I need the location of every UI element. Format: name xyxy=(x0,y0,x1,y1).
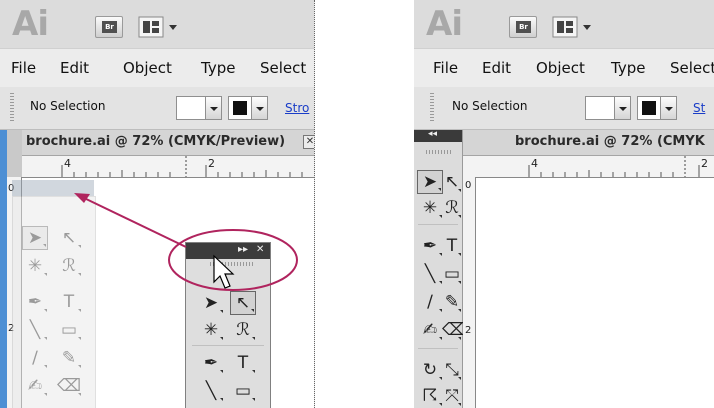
docked-panel-grip[interactable] xyxy=(426,150,452,154)
document-tab-after[interactable]: brochure.ai @ 72% (CMYK xyxy=(463,130,714,156)
vruler-label-0-after: 0 xyxy=(465,180,472,191)
lasso-icon: ℛ xyxy=(445,198,459,218)
docked-rotate-tool[interactable]: ↻ xyxy=(417,358,443,382)
application-bar-after: Ai Br xyxy=(414,0,714,48)
docked-type-tool[interactable]: T xyxy=(442,234,462,258)
rectangle-icon: ▭ xyxy=(443,264,461,284)
illustrator-window-before: Ai Br File Edit Object Type Select No Se… xyxy=(0,0,315,408)
scale-icon: ⤡ xyxy=(445,360,459,380)
magic-wand-icon: ✳ xyxy=(422,198,438,218)
stroke-swatch-after[interactable] xyxy=(637,96,661,120)
annotation-overlay xyxy=(74,193,298,291)
select-arrow-icon: ➤ xyxy=(422,172,438,192)
rotate-icon: ↻ xyxy=(422,360,438,380)
docked-tool-separator xyxy=(418,224,458,225)
vertical-ruler-after: 0 2 xyxy=(463,177,476,408)
menu-object-after[interactable]: Object xyxy=(536,59,585,77)
mouse-cursor-icon xyxy=(213,254,235,289)
docked-magic-wand-tool[interactable]: ✳ xyxy=(417,196,443,220)
fill-swatch-after[interactable] xyxy=(585,96,615,120)
menu-bar-after: File Edit Object Type Select xyxy=(414,48,714,88)
stroke-dropdown-after[interactable] xyxy=(661,96,677,120)
docked-tools-panel[interactable]: ◂◂ ➤ ↖ ✳ ℛ ✒ T ╲ ▭ ∕ ✎ ✍ ⌫ ↻ ⤡ ☈ ⤧ xyxy=(414,129,466,408)
control-panel-after: No Selection St xyxy=(414,87,714,130)
ruler-label-4-after: 4 xyxy=(531,157,538,170)
line-icon: ╲ xyxy=(424,264,436,284)
illustrator-window-after: Ai Br File Edit Object Type Select No Se… xyxy=(414,0,714,408)
stroke-link-after[interactable]: St xyxy=(693,101,705,115)
drag-arrow-head xyxy=(74,193,90,203)
docked-tool-separator-2 xyxy=(418,348,458,349)
vruler-label-2-after: 2 xyxy=(465,325,472,336)
menu-edit-after[interactable]: Edit xyxy=(482,59,511,77)
pencil-icon: ✎ xyxy=(444,292,460,312)
docked-panel-header[interactable]: ◂◂ xyxy=(414,129,462,142)
docked-lasso-tool[interactable]: ℛ xyxy=(442,196,462,220)
docked-free-transform-tool[interactable]: ⤧ xyxy=(442,384,462,408)
docked-eraser-tool[interactable]: ⌫ xyxy=(442,318,466,342)
docked-blob-brush-tool[interactable]: ✍ xyxy=(417,318,443,342)
horizontal-ruler-after: 4 2 xyxy=(463,156,714,178)
fill-dropdown-after[interactable] xyxy=(615,96,631,120)
warp-icon: ☈ xyxy=(422,386,438,406)
blob-brush-icon: ✍ xyxy=(422,320,438,340)
brush-icon: ∕ xyxy=(427,292,433,312)
docked-line-tool[interactable]: ╲ xyxy=(417,262,443,286)
bridge-button-after[interactable]: Br xyxy=(509,16,537,38)
docked-scale-tool[interactable]: ⤡ xyxy=(442,358,462,382)
selection-status-after: No Selection xyxy=(452,99,528,113)
dock-collapse-icon[interactable]: ◂◂ xyxy=(428,129,437,139)
docked-warp-tool[interactable]: ☈ xyxy=(417,384,443,408)
arrange-documents-button-after[interactable] xyxy=(552,16,596,38)
menu-file-after[interactable]: File xyxy=(433,59,458,77)
ruler-ticks-after xyxy=(528,156,700,177)
ruler-label-2-after: 2 xyxy=(701,157,708,170)
docked-pencil-tool[interactable]: ✎ xyxy=(442,290,462,314)
docked-brush-tool[interactable]: ∕ xyxy=(417,290,443,314)
ai-logo-after: Ai xyxy=(426,4,463,44)
menu-select-after[interactable]: Select xyxy=(670,59,714,77)
drag-arrow-line xyxy=(81,196,187,248)
free-transform-icon: ⤧ xyxy=(445,386,459,406)
bridge-icon: Br xyxy=(516,21,531,33)
artboard-canvas-after[interactable] xyxy=(476,178,714,408)
document-tab-title-after: brochure.ai @ 72% (CMYK xyxy=(515,134,705,149)
menu-type-after[interactable]: Type xyxy=(611,59,645,77)
highlight-ellipse xyxy=(168,229,298,291)
docked-direct-selection-tool[interactable]: ↖ xyxy=(442,170,462,194)
direct-select-icon: ↖ xyxy=(444,172,460,192)
arrange-documents-icon xyxy=(552,16,591,38)
pen-icon: ✒ xyxy=(422,236,438,256)
docked-selection-tool[interactable]: ➤ xyxy=(417,170,443,194)
docked-rectangle-tool[interactable]: ▭ xyxy=(442,262,462,286)
type-icon: T xyxy=(446,236,458,256)
control-panel-grip-after[interactable] xyxy=(430,93,434,123)
docked-pen-tool[interactable]: ✒ xyxy=(417,234,443,258)
